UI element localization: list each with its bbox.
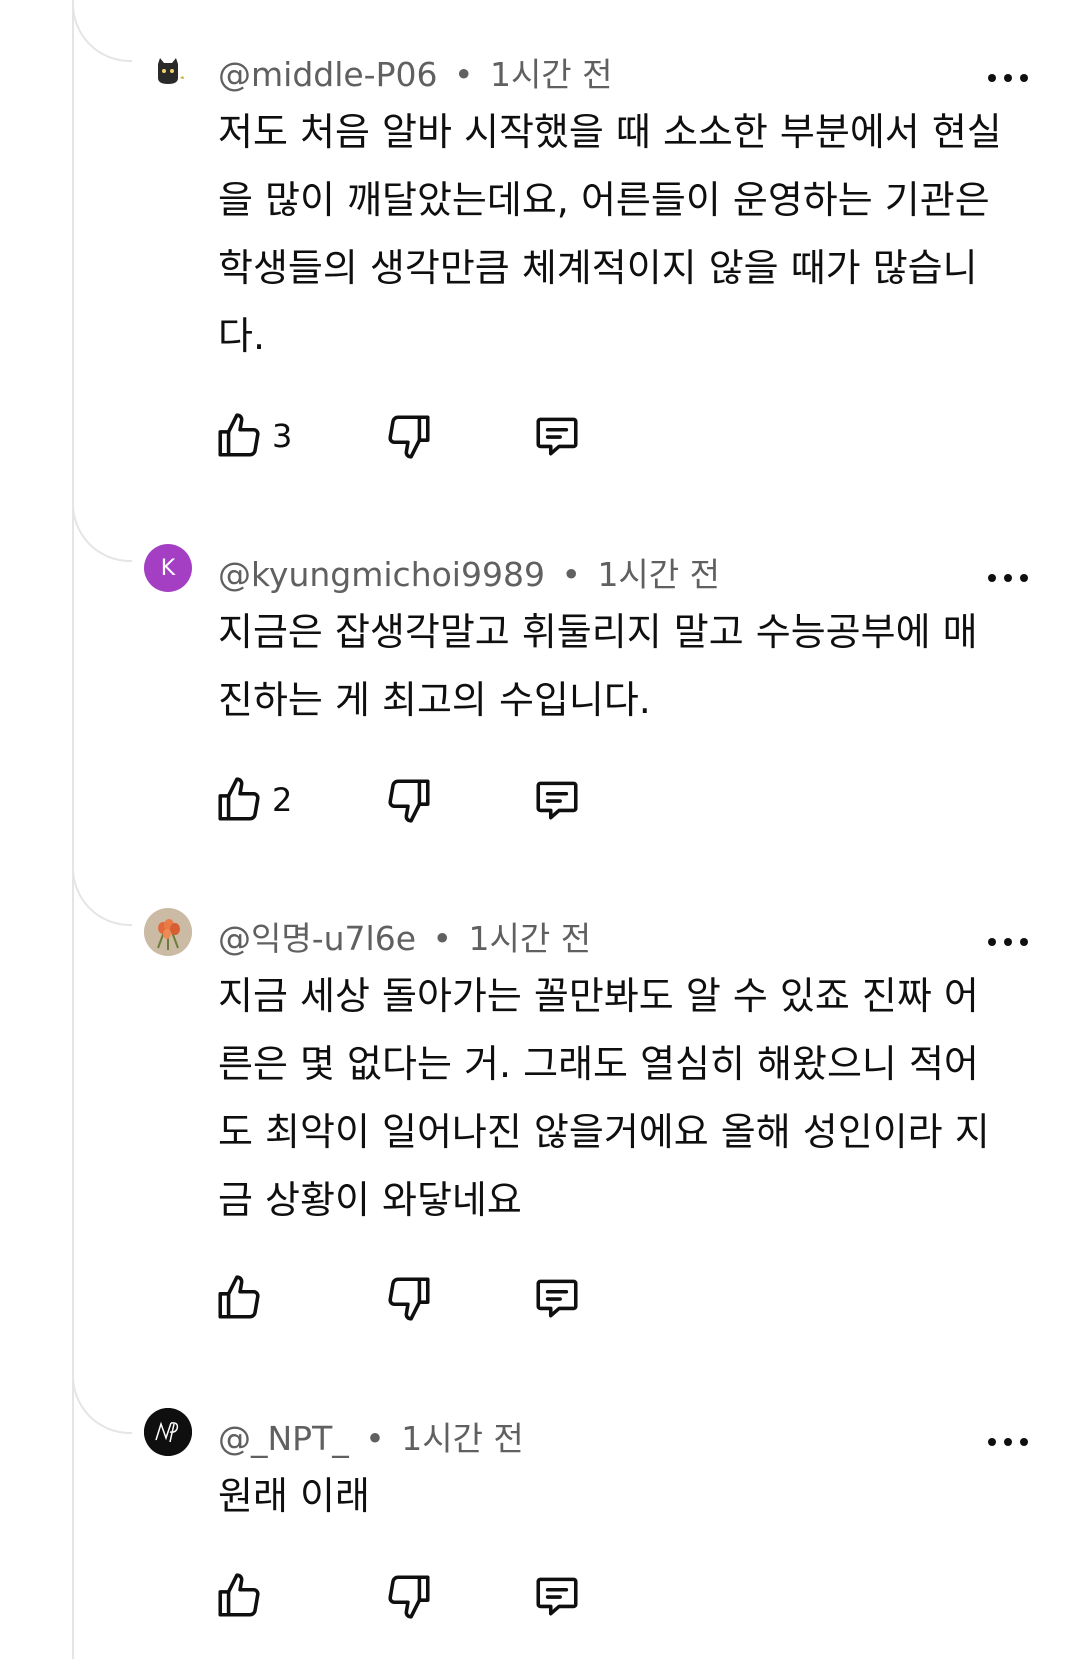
thread-connector (72, 1372, 132, 1434)
thumbs-down-icon (388, 1575, 430, 1619)
reply-comment-icon (536, 1577, 578, 1616)
thread-connector (72, 500, 132, 562)
comment-meta: @kyungmichoi9989 • 1시간 전 (218, 548, 720, 596)
like-count: 3 (272, 417, 293, 455)
thumbs-up-icon (218, 413, 260, 457)
more-options-icon[interactable] (988, 68, 1028, 88)
comment-time: 1시간 전 (489, 55, 613, 94)
dislike-button[interactable] (384, 1270, 434, 1326)
comment-time: 1시간 전 (468, 919, 592, 958)
like-button[interactable] (214, 1568, 272, 1624)
more-options-icon[interactable] (988, 568, 1028, 588)
like-count: 2 (272, 781, 293, 819)
comment-actions (214, 1568, 614, 1624)
more-options-icon[interactable] (988, 932, 1028, 952)
comment-meta: @_NPT_ • 1시간 전 (218, 1412, 524, 1460)
thumbs-up-icon (218, 1573, 260, 1617)
thumbs-up-icon (218, 1275, 260, 1319)
avatar[interactable] (144, 1408, 192, 1456)
reply-button[interactable] (532, 408, 582, 464)
reply-comment-icon (536, 417, 578, 456)
comment-time: 1시간 전 (597, 555, 721, 594)
cat-avatar-icon (144, 48, 192, 96)
reply-button[interactable] (532, 772, 582, 828)
meta-separator: • (432, 919, 452, 958)
reply-button[interactable] (532, 1568, 582, 1624)
npt-logo-avatar (144, 1408, 192, 1456)
comment-text: 원래 이래 (218, 1474, 370, 1518)
thumbs-down-icon (388, 779, 430, 823)
comment-actions: 3 (214, 408, 614, 464)
dislike-button[interactable] (384, 1568, 434, 1624)
comment-time: 1시간 전 (401, 1419, 524, 1458)
thread-connector (72, 0, 132, 62)
meta-separator: • (453, 55, 474, 94)
thumbs-down-icon (388, 415, 430, 459)
like-button[interactable] (214, 1270, 272, 1326)
meta-separator: • (561, 555, 581, 594)
dislike-button[interactable] (384, 772, 434, 828)
thread-line (72, 0, 74, 1659)
reply-comment-icon (536, 1279, 578, 1318)
comment-text: 지금 세상 돌아가는 꼴만봐도 알 수 있죠 진짜 어른은 몇 없다는 거. 그… (218, 974, 990, 1222)
author-name[interactable]: @middle-P06 (218, 55, 437, 94)
author-name[interactable]: @_NPT_ (218, 1419, 349, 1458)
comment-actions (214, 1270, 614, 1326)
avatar[interactable] (144, 908, 192, 956)
comment-actions: 2 (214, 772, 614, 828)
avatar-letter: K (160, 555, 176, 581)
dislike-button[interactable] (384, 408, 434, 464)
comment-meta: @middle-P06 • 1시간 전 (218, 48, 613, 96)
more-options-icon[interactable] (988, 1432, 1028, 1452)
reply-button[interactable] (532, 1270, 582, 1326)
like-button[interactable]: 3 (214, 408, 292, 464)
tulip-photo-avatar (144, 908, 192, 956)
meta-separator: • (365, 1419, 385, 1458)
thumbs-up-icon (218, 777, 260, 821)
reply-comment-icon (536, 781, 578, 820)
thread-connector (72, 864, 132, 926)
like-button[interactable]: 2 (214, 772, 292, 828)
thumbs-down-icon (388, 1277, 430, 1321)
avatar[interactable] (144, 48, 192, 96)
comment-text: 지금은 잡생각말고 휘둘리지 말고 수능공부에 매진하는 게 최고의 수입니다. (218, 610, 978, 722)
comment-meta: @익명-u7l6e • 1시간 전 (218, 912, 591, 960)
author-name[interactable]: @kyungmichoi9989 (218, 555, 545, 594)
comment-text: 저도 처음 알바 시작했을 때 소소한 부분에서 현실을 많이 깨달았는데요, … (218, 110, 1002, 358)
avatar[interactable]: K (144, 544, 192, 592)
author-name[interactable]: @익명-u7l6e (218, 919, 416, 958)
